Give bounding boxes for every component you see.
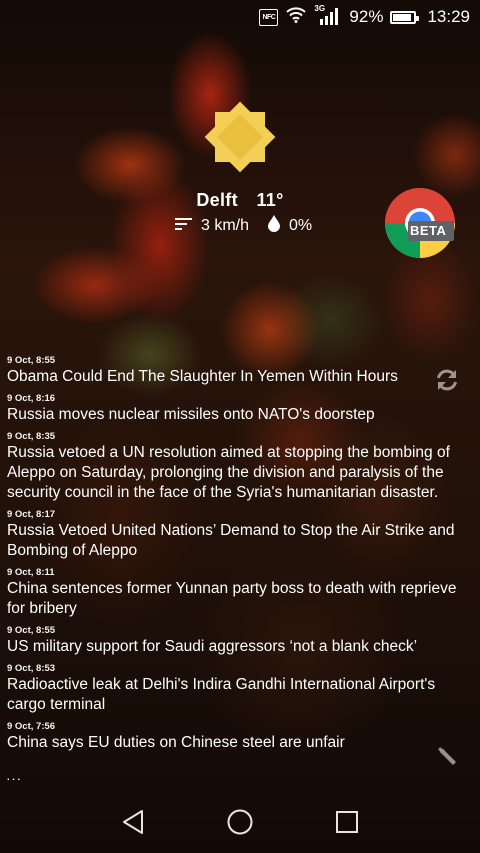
precipitation: 0% <box>289 217 313 234</box>
back-icon <box>123 809 144 834</box>
nfc-icon: NFC <box>259 8 279 26</box>
clock: 13:29 <box>427 7 470 26</box>
navigation-bar <box>0 790 480 853</box>
recents-icon <box>335 810 358 833</box>
signal-icon: 3G <box>314 4 342 27</box>
news-title[interactable]: Russia vetoed a UN resolution aimed at s… <box>7 443 467 503</box>
news-date: 9 Oct, 7:56 <box>7 721 56 732</box>
news-date: 9 Oct, 8:11 <box>7 567 55 578</box>
weather-stats: 3 km/h 0% <box>175 215 312 237</box>
news-title[interactable]: Obama Could End The Slaughter In Yemen W… <box>7 367 467 387</box>
news-title[interactable]: Russia moves nuclear missiles onto NATO'… <box>7 405 467 425</box>
news-title[interactable]: US military support for Saudi aggressors… <box>7 637 467 657</box>
news-date: 9 Oct, 8:55 <box>7 625 56 636</box>
beta-badge: BETA <box>410 223 447 238</box>
news-title[interactable]: Russia Vetoed United Nations’ Demand to … <box>7 521 467 561</box>
chrome-beta-icon[interactable]: BETA <box>384 187 456 259</box>
news-date: 9 Oct, 8:16 <box>7 393 56 404</box>
news-date: 9 Oct, 8:17 <box>7 509 56 520</box>
news-item[interactable]: 9 Oct, 8:16 Russia moves nuclear missiles… <box>7 393 467 425</box>
news-item[interactable]: 9 Oct, 8:55 US military support for Saudi… <box>7 625 467 657</box>
news-title[interactable]: China sentences former Yunnan party boss… <box>7 579 467 619</box>
news-item[interactable]: 9 Oct, 8:55 Obama Could End The Slaughter… <box>7 355 467 387</box>
news-date: 9 Oct, 8:55 <box>7 355 56 366</box>
refresh-icon[interactable] <box>434 367 460 393</box>
recents-button[interactable] <box>330 805 364 839</box>
news-item[interactable]: 9 Oct, 8:53 Radioactive leak at Delhi's I… <box>7 663 467 715</box>
news-date: 9 Oct, 8:35 <box>7 431 56 442</box>
news-item[interactable]: 9 Oct, 8:35 Russia vetoed a UN resolution… <box>7 431 467 503</box>
status-bar: NFC 3G 92% 13:29 <box>0 0 480 34</box>
news-item[interactable]: 9 Oct, 7:56 China says EU duties on Chine… <box>7 721 467 753</box>
news-title[interactable]: China says EU duties on Chinese steel ar… <box>7 733 467 753</box>
news-feed[interactable]: 9 Oct, 8:55 Obama Could End The Slaughter… <box>7 355 467 759</box>
droplet-icon <box>267 215 281 237</box>
home-icon <box>227 809 253 834</box>
news-item[interactable]: 9 Oct, 8:17 Russia Vetoed United Nations’… <box>7 509 467 561</box>
back-button[interactable] <box>116 805 150 839</box>
wifi-icon <box>285 6 307 28</box>
battery-fill <box>393 13 412 21</box>
news-date: 9 Oct, 8:53 <box>7 663 56 674</box>
cut-off-news-item: . . . <box>7 778 67 784</box>
home-button[interactable] <box>223 805 257 839</box>
news-title[interactable]: Radioactive leak at Delhi's Indira Gandh… <box>7 675 467 715</box>
city-name: Delft <box>196 190 238 210</box>
battery-icon <box>390 10 420 24</box>
wind-icon <box>175 217 193 236</box>
temperature: 11° <box>256 190 284 210</box>
battery-percent: 92% <box>349 7 384 26</box>
wrench-icon[interactable] <box>436 745 458 767</box>
news-item[interactable]: 9 Oct, 8:11 China sentences former Yunnan… <box>7 567 467 619</box>
sun-icon[interactable] <box>195 92 285 182</box>
wind-speed: 3 km/h <box>201 217 250 234</box>
